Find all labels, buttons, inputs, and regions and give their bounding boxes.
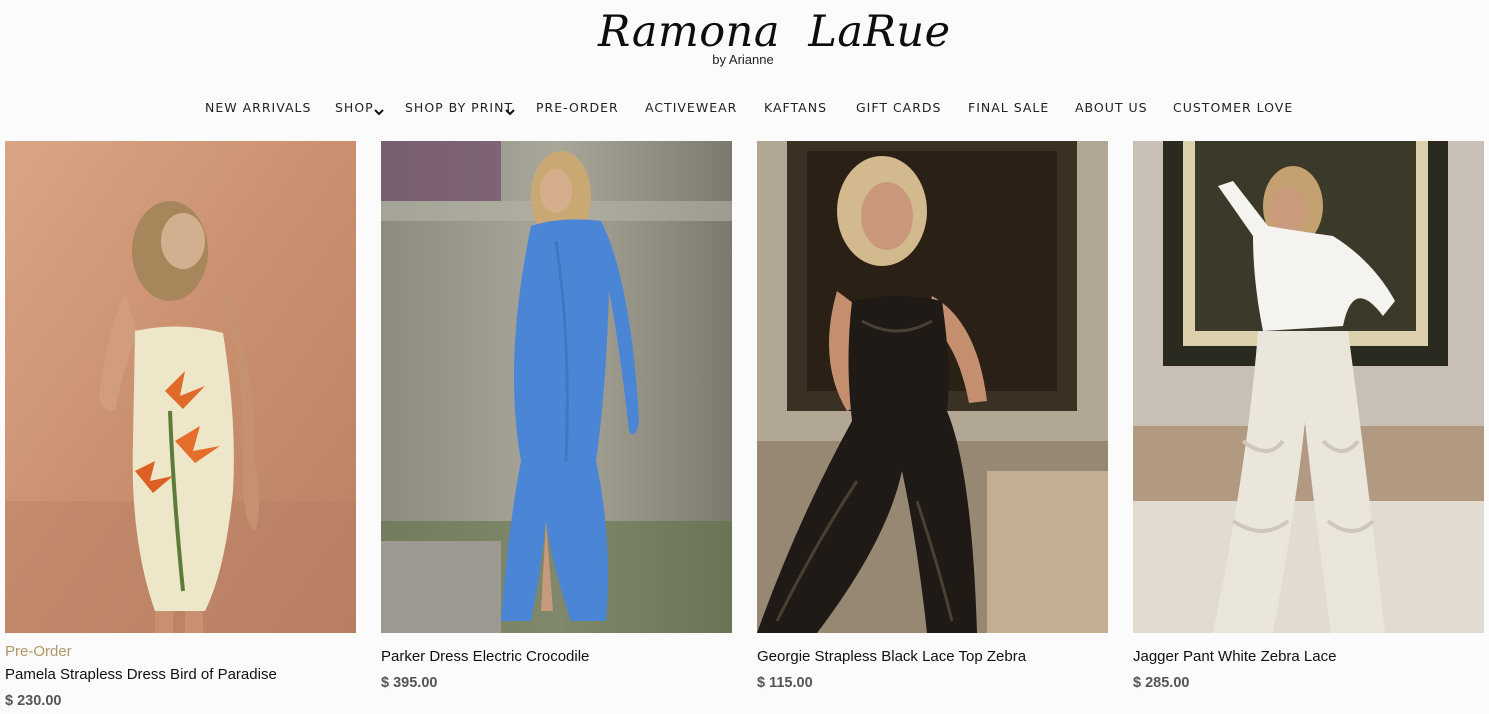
product-image[interactable]	[757, 141, 1108, 633]
nav-gift-cards[interactable]: GIFT CARDS	[856, 98, 941, 118]
nav-shop[interactable]: SHOP	[335, 98, 374, 118]
product-image[interactable]	[5, 141, 356, 633]
nav-kaftans[interactable]: KAFTANS	[764, 98, 827, 118]
chevron-down-icon[interactable]	[373, 106, 385, 118]
nav-about-us[interactable]: ABOUT US	[1075, 98, 1148, 118]
product-price: $ 395.00	[381, 675, 438, 691]
product-title[interactable]: Georgie Strapless Black Lace Top Zebra	[757, 648, 1026, 665]
product-grid: Pre-Order Pamela Strapless Dress Bird of…	[0, 141, 1489, 714]
brand-logo[interactable]: Ramona LaRue by Arianne	[598, 4, 950, 68]
product-price: $ 285.00	[1133, 675, 1190, 691]
product-image[interactable]	[1133, 141, 1484, 633]
product-card[interactable]: Pre-Order Pamela Strapless Dress Bird of…	[5, 141, 356, 714]
product-title[interactable]: Jagger Pant White Zebra Lace	[1133, 648, 1336, 665]
site-header: Ramona LaRue by Arianne NEW ARRIVALS SHO…	[0, 0, 1489, 140]
product-price: $ 230.00	[5, 693, 62, 709]
product-card[interactable]: Georgie Strapless Black Lace Top Zebra $…	[757, 141, 1108, 714]
product-title[interactable]: Pamela Strapless Dress Bird of Paradise	[5, 666, 277, 683]
nav-final-sale[interactable]: FINAL SALE	[968, 98, 1049, 118]
main-nav: NEW ARRIVALS SHOP SHOP BY PRINT PRE-ORDE…	[0, 98, 1489, 122]
nav-new-arrivals[interactable]: NEW ARRIVALS	[205, 98, 311, 118]
preorder-badge: Pre-Order	[5, 643, 72, 660]
brand-tagline: by Arianne	[712, 52, 774, 67]
nav-customer-love[interactable]: CUSTOMER LOVE	[1173, 98, 1293, 118]
chevron-down-icon[interactable]	[504, 106, 516, 118]
product-image[interactable]	[381, 141, 732, 633]
nav-shop-by-print[interactable]: SHOP BY PRINT	[405, 98, 513, 118]
product-card[interactable]: Parker Dress Electric Crocodile $ 395.00	[381, 141, 732, 714]
nav-activewear[interactable]: ACTIVEWEAR	[645, 98, 737, 118]
product-price: $ 115.00	[757, 675, 813, 691]
nav-pre-order[interactable]: PRE-ORDER	[536, 98, 619, 118]
product-title[interactable]: Parker Dress Electric Crocodile	[381, 648, 589, 665]
product-card[interactable]: Jagger Pant White Zebra Lace $ 285.00	[1133, 141, 1484, 714]
